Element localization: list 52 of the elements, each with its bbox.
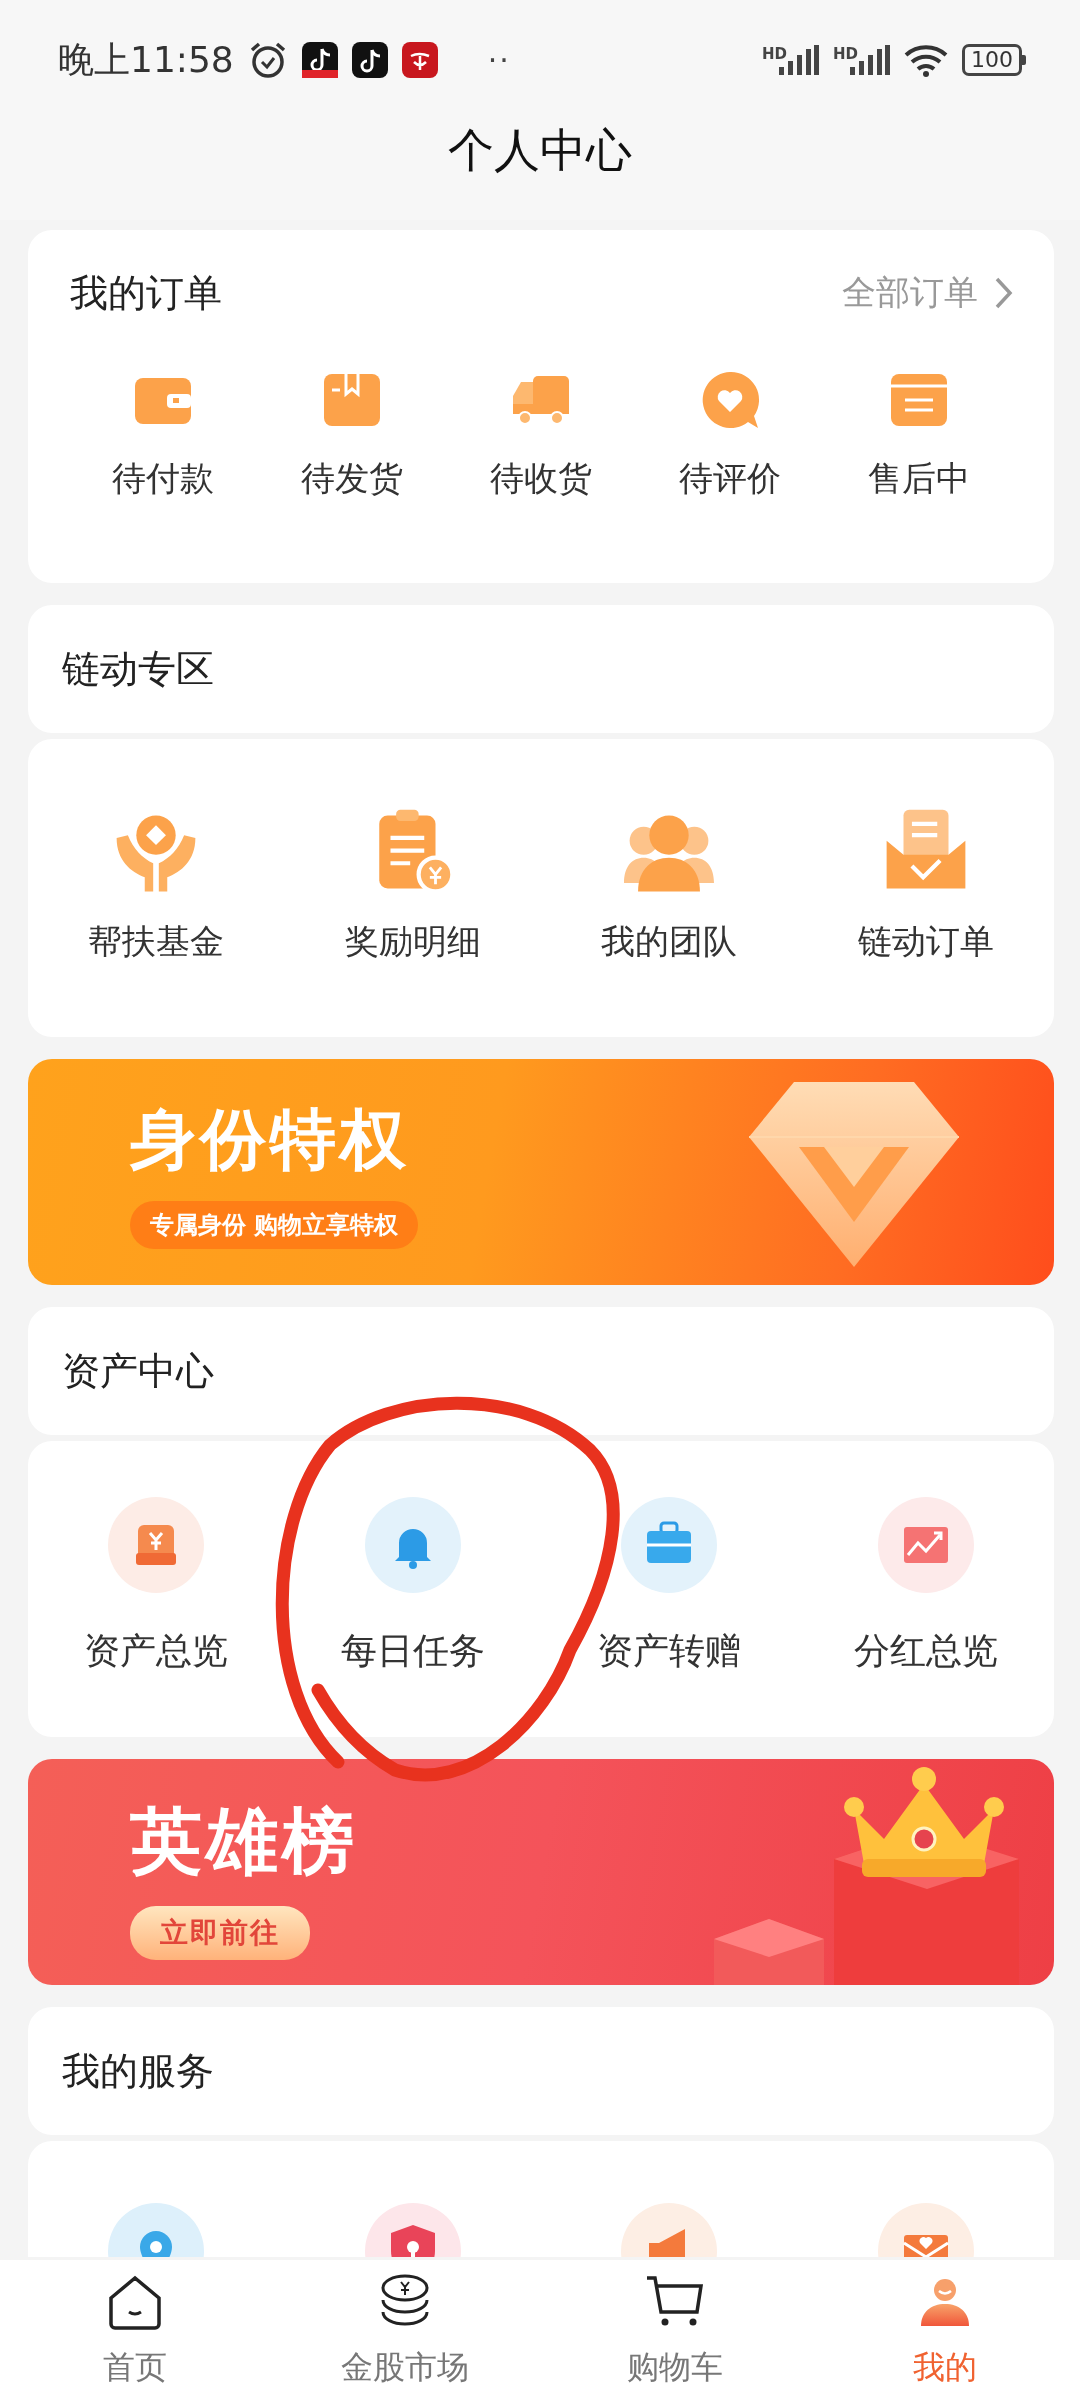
menu-item-label: 待发货 [300,457,403,500]
menu-item-label: 奖励明细 [344,920,481,963]
order-status-item[interactable]: 待评价 [635,368,825,502]
status-time: 晚上11:58 [58,37,234,82]
menu-item-label: 我的团队 [601,920,738,963]
app-notification-icon [301,42,338,78]
section-title: 我的服务 [62,2047,214,2095]
section-title: 我的订单 [70,269,222,317]
menu-item[interactable]: 资产转赠 [541,1497,798,1676]
menu-item-label: 链动订单 [857,920,994,963]
nav-tab[interactable]: 首页 [0,2260,270,2400]
battery-level: 100 [962,44,1022,76]
banner-title: 身份特权 [130,1100,410,1180]
more-notifications-indicator: ·· [487,42,511,78]
menu-item-label: 待付款 [111,457,214,500]
menu-item-label: 待评价 [679,457,782,500]
network-type-label: HD [761,45,787,63]
bell-icon [364,1497,461,1593]
menu-item-label: 售后中 [868,457,971,500]
chevron-right-icon [994,276,1014,310]
wifi-icon [904,43,948,77]
section-title: 链动专区 [62,645,214,693]
order-status-item[interactable]: 售后中 [824,368,1014,502]
network-type-label: HD [833,45,858,63]
page-title: 个人中心 [448,122,632,179]
menu-item-label: 资产转赠 [597,1629,742,1673]
menu-item-label: 分红总览 [853,1629,998,1673]
banner-tagline: 专属身份 购物立享特权 [130,1201,419,1249]
menu-item-label: 每日任务 [340,1629,485,1673]
chart-icon [877,1497,974,1593]
megaphone-icon [621,2203,718,2257]
briefcase-icon [621,1497,718,1593]
menu-item-label: 待收货 [490,457,592,500]
order-status-item[interactable]: 待收货 [446,368,636,502]
menu-item-label: 资产总览 [84,1629,229,1673]
banner-title: 英雄榜 [130,1798,358,1885]
app-notification-icon [401,42,438,78]
menu-item[interactable]: 分红总览 [797,1497,1054,1676]
menu-item-label: 帮扶基金 [88,920,225,963]
menu-item[interactable]: 每日任务 [284,1497,541,1676]
order-status-item[interactable]: 待发货 [257,368,447,502]
order-status-item[interactable]: 待付款 [68,368,258,502]
money-box-icon [108,1497,205,1593]
app-notification-icon [351,42,388,78]
menu-item[interactable]: 链动订单 [797,807,1054,965]
menu-item[interactable]: 我的团队 [541,807,798,965]
nav-tab[interactable]: 金股市场 [270,2260,540,2400]
menu-item[interactable]: 帮扶基金 [28,807,285,965]
nav-tab[interactable]: 购物车 [540,2260,810,2400]
menu-item[interactable]: 奖励明细 [284,807,541,965]
section-title: 资产中心 [62,1347,214,1395]
menu-item[interactable]: 资产总览 [28,1497,285,1676]
